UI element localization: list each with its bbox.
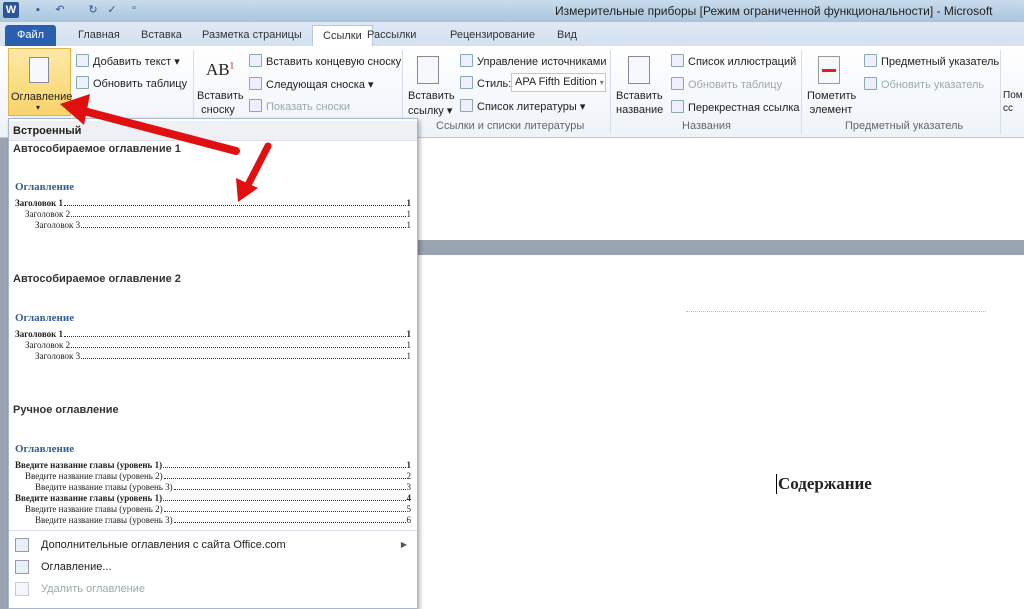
red-arrow-to-preview: [236, 142, 272, 202]
annotation-arrows: [60, 94, 272, 202]
red-arrow-to-toc-button: [60, 94, 240, 155]
